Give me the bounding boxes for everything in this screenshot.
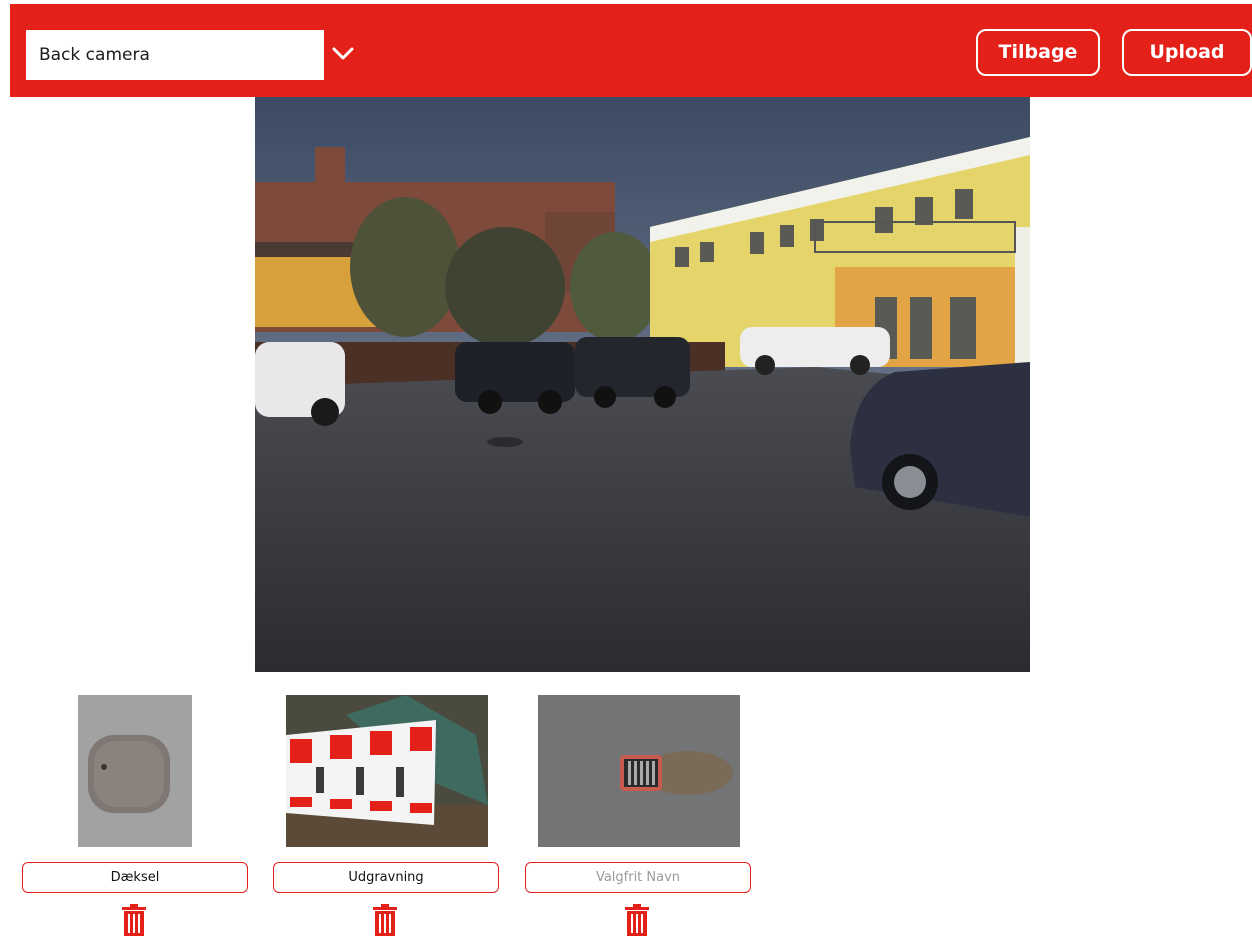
photo-card-1 [22, 695, 248, 941]
top-bar: Back camera Tilbage Upload [10, 4, 1252, 97]
photo-thumbnail-1[interactable] [78, 695, 192, 847]
photo-thumbnail-2[interactable] [286, 695, 488, 847]
photo-name-input-1[interactable] [22, 862, 248, 893]
back-button[interactable]: Tilbage [976, 29, 1100, 76]
trash-icon[interactable] [373, 904, 397, 936]
photo-card-2 [273, 695, 499, 941]
photo-name-input-2[interactable] [273, 862, 499, 893]
upload-button[interactable]: Upload [1122, 29, 1252, 76]
photo-name-input-3[interactable] [525, 862, 751, 893]
photo-thumbnail-3[interactable] [538, 695, 740, 847]
photo-card-3 [525, 695, 751, 941]
trash-icon[interactable] [625, 904, 649, 936]
trash-icon[interactable] [122, 904, 146, 936]
camera-select[interactable]: Back camera [26, 30, 324, 80]
chevron-down-icon[interactable] [331, 41, 355, 65]
camera-preview [255, 97, 1030, 672]
